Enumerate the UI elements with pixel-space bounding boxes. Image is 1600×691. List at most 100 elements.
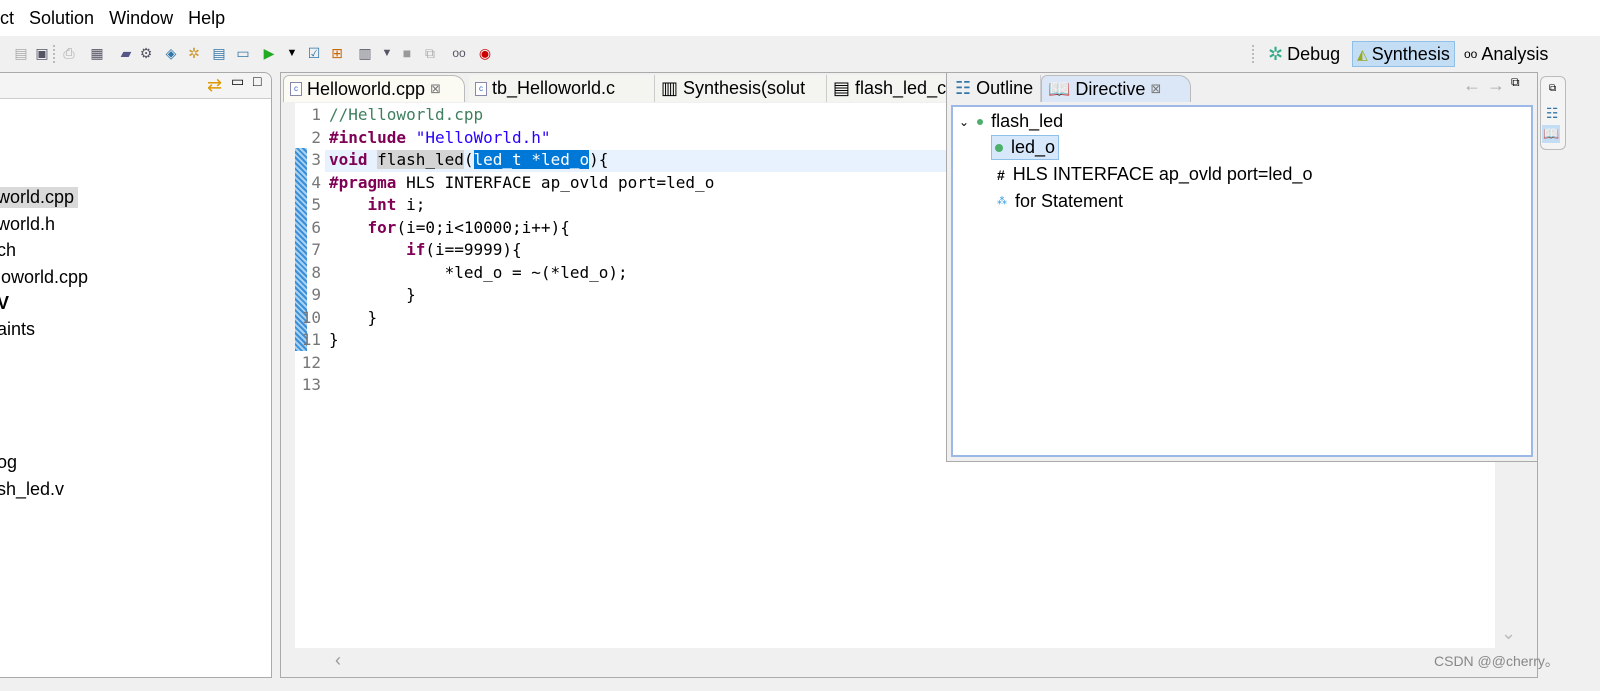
code-token: if	[406, 240, 426, 259]
close-icon[interactable]: ⊠	[430, 81, 441, 97]
line-number: 3	[311, 150, 321, 169]
code-token: *led_o = ~(*led_o);	[329, 262, 628, 282]
line-number: 1	[311, 105, 321, 124]
run-c-sim-icon[interactable]: ▭	[234, 44, 252, 62]
code-line[interactable]: #pragma HLS INTERFACE ap_ovld port=led_o	[329, 173, 714, 192]
code-token: #pragma	[329, 172, 397, 192]
sync-icon[interactable]: ⇄	[207, 75, 222, 96]
tab-helloworld-cpp[interactable]: c Helloworld.cpp ⊠	[283, 75, 465, 102]
minimize-icon[interactable]: ▭	[231, 73, 244, 90]
tree-item[interactable]: world.cpp	[0, 187, 79, 208]
scroll-down-icon[interactable]: ⌄	[1501, 623, 1516, 644]
tab-directive[interactable]: 📖 Directive ⊠	[1041, 75, 1191, 102]
settings-icon[interactable]: ⚙	[137, 44, 155, 62]
checkbox-icon[interactable]: ☑	[305, 44, 323, 62]
forward-icon[interactable]: →	[1487, 75, 1505, 96]
outline-icon[interactable]: ☷	[1546, 105, 1559, 122]
code-line[interactable]: }	[329, 307, 378, 327]
node-label: led_o	[1011, 137, 1056, 157]
tree-item[interactable]: og	[0, 452, 17, 473]
code-line[interactable]: void flash_led(led_t *led_o){	[329, 150, 608, 169]
new-window-icon[interactable]: ▦	[88, 44, 106, 62]
save-all-icon[interactable]: ▤	[12, 44, 30, 62]
tab-label: Outline	[976, 78, 1034, 98]
dropdown-icon[interactable]: ▼	[378, 44, 396, 62]
code-token: flash_led	[377, 150, 464, 169]
code-line[interactable]: #include "HelloWorld.h"	[329, 128, 551, 147]
code-line[interactable]: //Helloworld.cpp	[329, 105, 483, 124]
tab-label: tb_Helloworld.c	[492, 78, 616, 98]
menu-project[interactable]: ct	[0, 8, 14, 29]
tree-item[interactable]: V	[0, 293, 9, 314]
tree-item[interactable]: aints	[0, 319, 35, 340]
line-number: 10	[301, 307, 321, 327]
book-icon: 📖	[1048, 78, 1071, 99]
book-icon[interactable]: 📖	[1542, 125, 1561, 143]
tree-node-for[interactable]: ⁂ for Statement	[997, 191, 1123, 212]
analysis-icon[interactable]: oo	[450, 44, 468, 62]
separator	[1252, 45, 1254, 63]
tab-outline[interactable]: ☷ Outline	[949, 75, 1041, 102]
tab-synthesis[interactable]: ▥ Synthesis(solut	[655, 75, 827, 102]
tree-item[interactable]: ch	[0, 240, 16, 261]
tree-node-pragma[interactable]: # HLS INTERFACE ap_ovld port=led_o	[997, 164, 1312, 185]
dropdown-icon[interactable]: ▼	[283, 44, 301, 62]
code-token: i;	[396, 195, 426, 214]
tree-item[interactable]: sh_led.v	[0, 479, 64, 500]
synthesis-label: Synthesis	[1371, 43, 1450, 64]
print-icon[interactable]: ⎙	[60, 44, 78, 62]
code-line[interactable]: int i;	[329, 195, 426, 214]
chat-icon[interactable]: ◉	[476, 44, 494, 62]
restore-icon[interactable]: ⧉	[1549, 83, 1556, 94]
line-number: 5	[311, 195, 321, 214]
separator	[53, 45, 55, 63]
compare-icon[interactable]: ⧉	[421, 44, 439, 62]
menu-window[interactable]: Window	[109, 8, 173, 29]
menu-solution[interactable]: Solution	[29, 8, 94, 29]
code-line[interactable]: }	[329, 285, 416, 304]
tree-item[interactable]: world.h	[0, 214, 55, 235]
code-line[interactable]: }	[329, 330, 339, 349]
node-label: flash_led	[991, 111, 1064, 131]
restore-icon[interactable]: ⧉	[1511, 75, 1520, 90]
index-icon[interactable]: ▤	[210, 44, 228, 62]
back-icon[interactable]: ←	[1463, 75, 1481, 96]
tab-flash-led-csynth[interactable]: ▤ flash_led_cs	[827, 75, 947, 102]
perspective-synthesis[interactable]: ◭ Synthesis	[1352, 41, 1455, 67]
code-line[interactable]: for(i=0;i<10000;i++){	[329, 218, 570, 237]
tree-node-flash-led[interactable]: ⌄ flash_led	[959, 111, 1063, 132]
grid-icon[interactable]: ⊞	[328, 44, 346, 62]
code-token: int	[367, 195, 397, 214]
c-file-icon: c	[290, 82, 302, 96]
function-icon	[977, 118, 984, 125]
new-project-icon[interactable]: ▰	[117, 44, 135, 62]
scroll-left-icon[interactable]: ‹	[335, 650, 341, 671]
gears-icon[interactable]: ✲	[185, 44, 203, 62]
tree-item[interactable]: loworld.cpp	[0, 267, 88, 288]
directive-icon[interactable]: ◈	[162, 44, 180, 62]
line-number: 12	[301, 352, 321, 372]
side-trim-bar: ⧉ ☷ 📖	[1540, 76, 1566, 150]
run-icon[interactable]: ▶	[260, 44, 278, 62]
report-icon[interactable]: ▥	[356, 44, 374, 62]
chevron-down-icon[interactable]: ⌄	[959, 115, 969, 129]
line-number: 9	[311, 285, 321, 304]
menu-help[interactable]: Help	[188, 8, 225, 29]
perspective-debug[interactable]: ✲ Debug	[1264, 41, 1344, 67]
line-number: 8	[311, 262, 321, 282]
tab-tb-helloworld[interactable]: c tb_Helloworld.c	[469, 75, 655, 102]
tab-label: flash_led_cs	[855, 78, 947, 98]
code-token: (i=0;i<10000;i++){	[396, 217, 570, 237]
code-line[interactable]: if(i==9999){	[329, 240, 522, 259]
code-token: }	[329, 307, 378, 327]
outline-icon: ☷	[955, 78, 972, 98]
perspective-analysis[interactable]: oo Analysis	[1460, 41, 1552, 67]
line-number: 2	[311, 127, 321, 147]
maximize-icon[interactable]: □	[253, 73, 261, 89]
stop-icon[interactable]: ■	[398, 44, 416, 62]
code-line[interactable]: *led_o = ~(*led_o);	[329, 263, 628, 282]
tree-node-led-o[interactable]: led_o	[991, 135, 1060, 160]
save-as-icon[interactable]: ▣	[33, 44, 51, 62]
close-icon[interactable]: ⊠	[1150, 81, 1161, 97]
